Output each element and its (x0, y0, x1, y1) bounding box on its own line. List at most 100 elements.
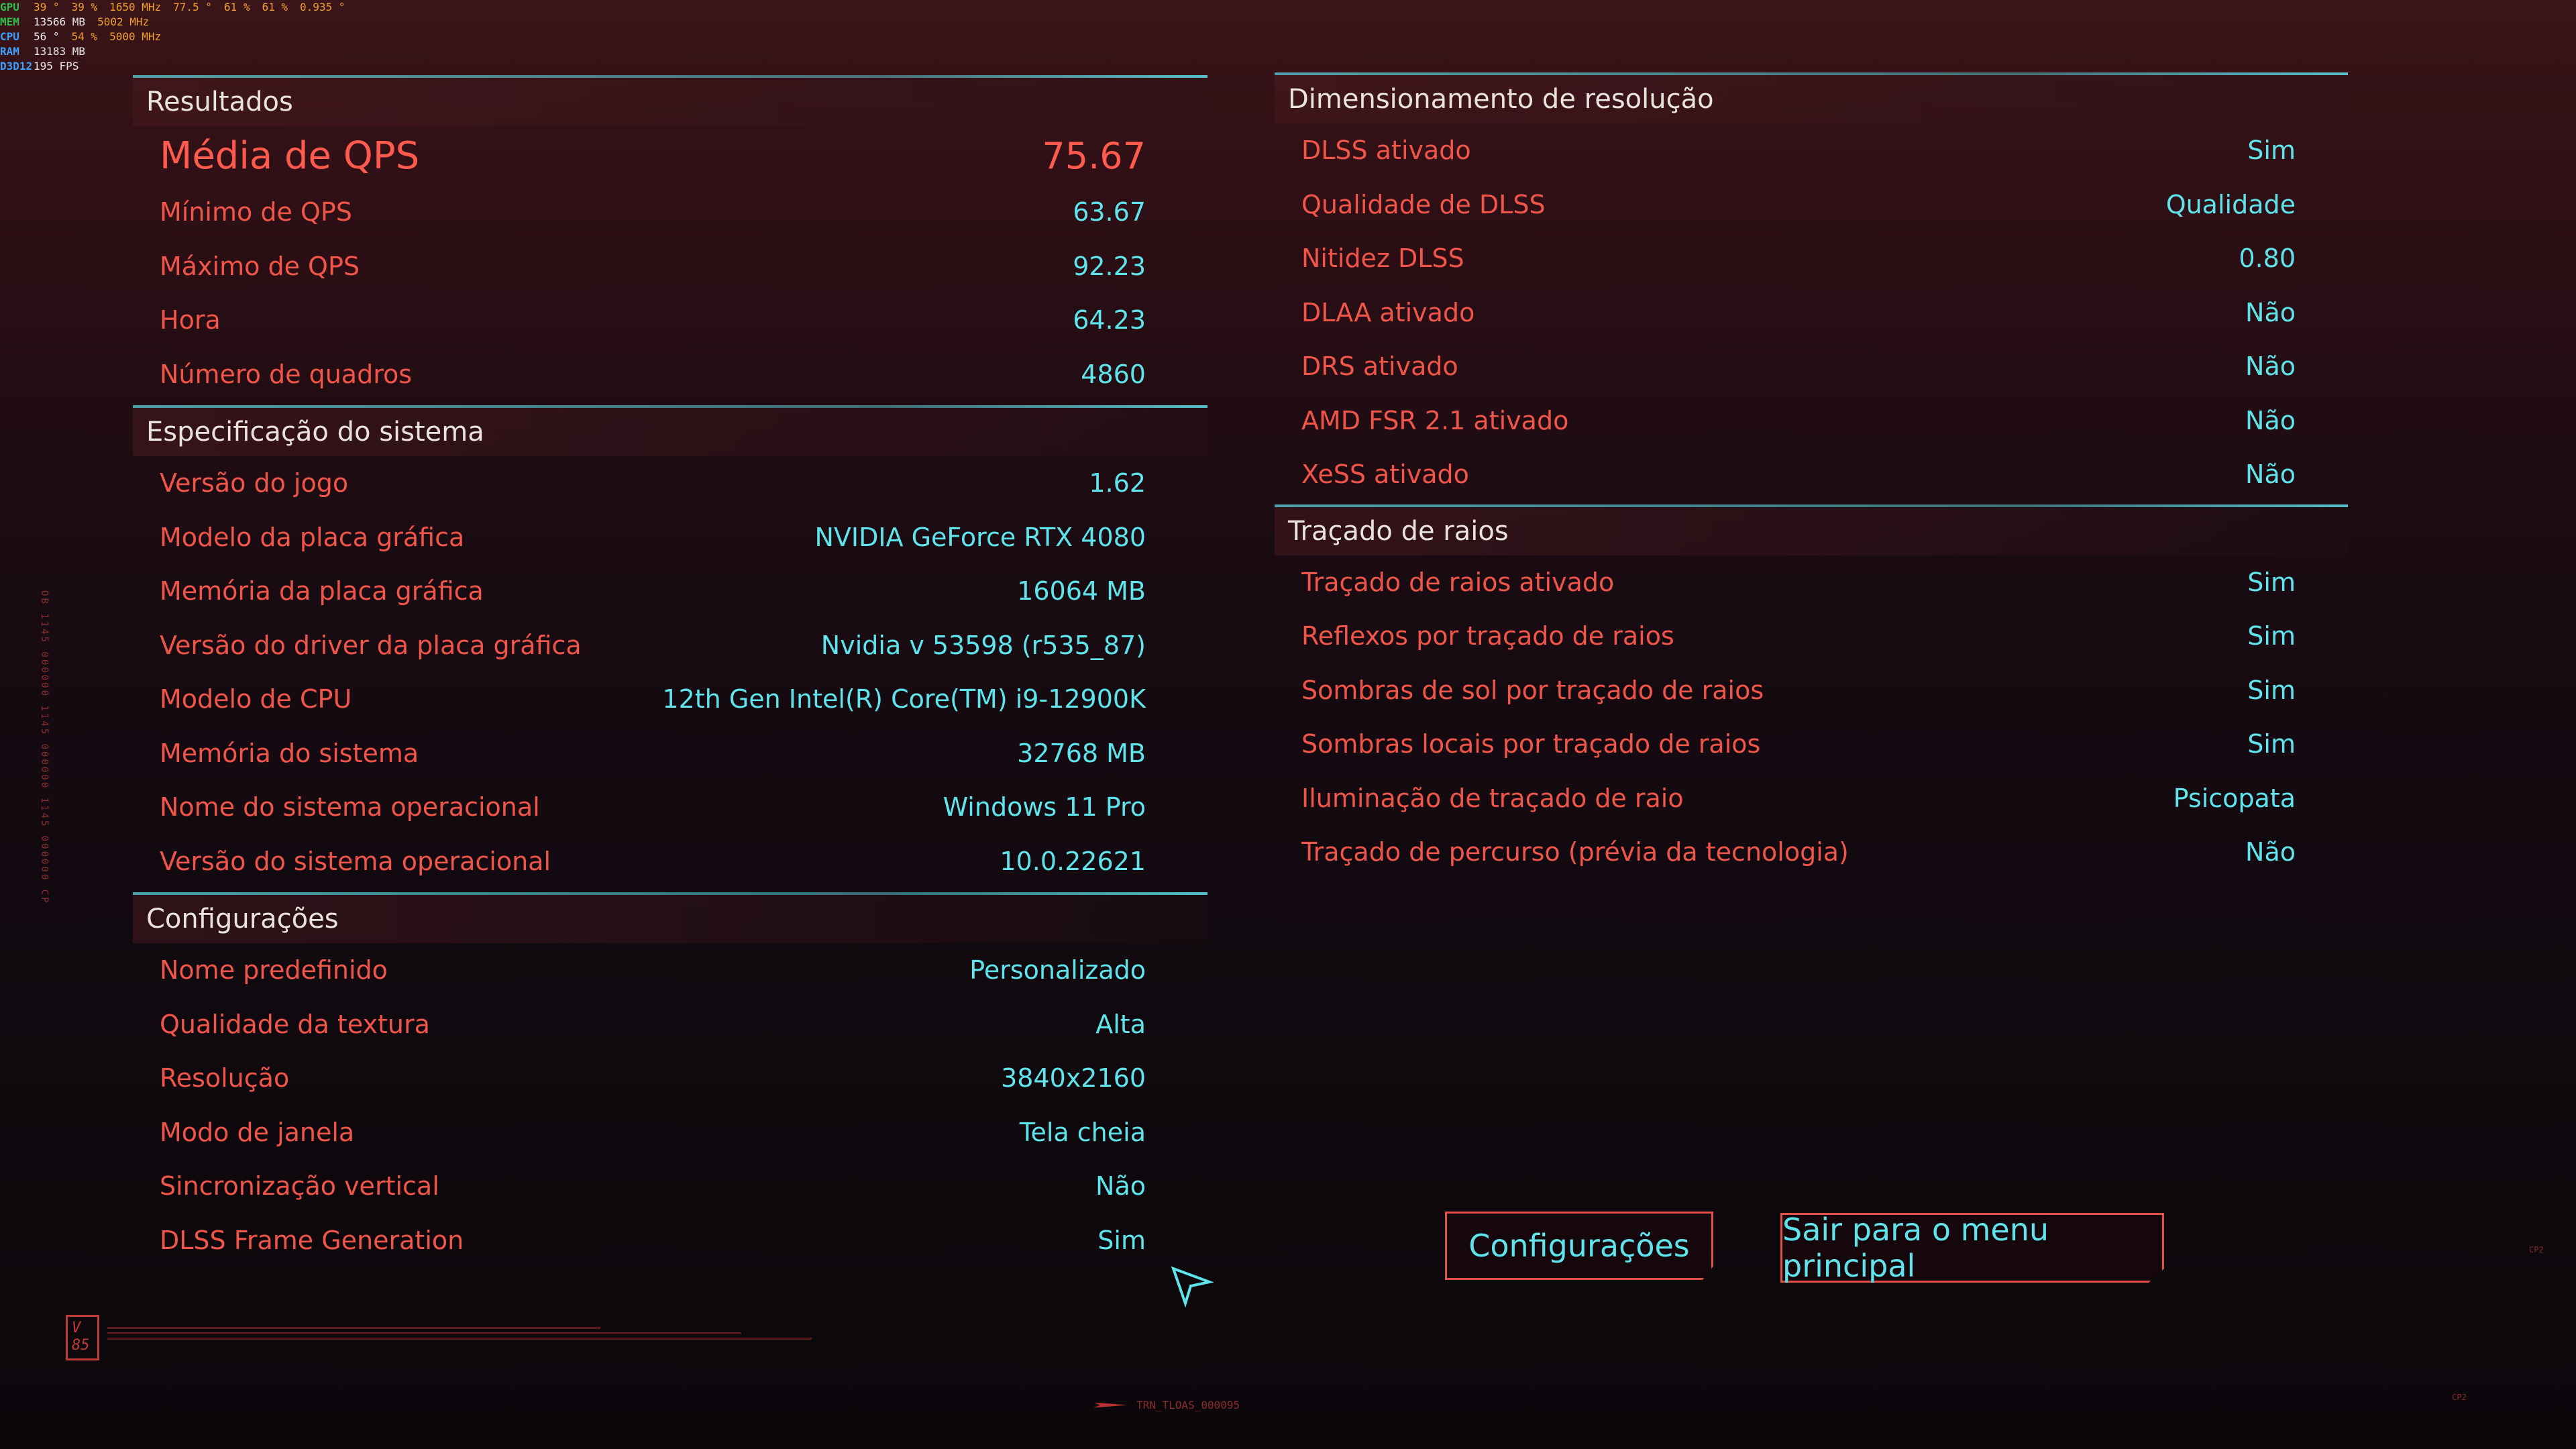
setting-row: Nome predefinido Personalizado (133, 943, 1208, 998)
overlay-value: 5002 MHz (97, 15, 150, 28)
setting-value: Personalizado (969, 955, 1146, 985)
results-section: Resultados Média de QPS 75.67 Mínimo de … (133, 75, 1208, 401)
settings-button[interactable]: Configurações (1445, 1212, 1713, 1280)
overlay-row: GPU 39 ° 39 % 1650 MHz 77.5 ° 61 % 61 % 0.935 ° (0, 0, 357, 15)
overlay-row: CPU 56 ° 54 % 5000 MHz (0, 30, 357, 44)
setting-row: DLSS ativado Sim (1275, 123, 2348, 178)
setting-value: Não (2245, 837, 2296, 867)
setting-value: 3840x2160 (1001, 1063, 1146, 1093)
setting-value: Sim (1097, 1225, 1146, 1255)
setting-value: 1.62 (1089, 468, 1146, 498)
setting-label: Máximo de QPS (160, 251, 360, 281)
section-title: Especificação do sistema (133, 408, 1208, 456)
overlay-row: RAM 13183 MB (0, 44, 357, 59)
setting-row: Máximo de QPS 92.23 (133, 239, 1208, 294)
setting-value: Sim (2247, 136, 2296, 166)
setting-row: Qualidade da textura Alta (133, 998, 1208, 1052)
setting-value: 92.23 (1073, 251, 1146, 281)
exit-to-main-menu-button[interactable]: Sair para o menu principal (1780, 1213, 2164, 1283)
setting-row: Modo de janela Tela cheia (133, 1106, 1208, 1160)
setting-row: DLSS Frame Generation Sim (133, 1214, 1208, 1268)
setting-row: Qualidade de DLSS Qualidade (1275, 178, 2348, 232)
setting-row: Sombras locais por traçado de raios Sim (1275, 717, 2348, 771)
setting-label: Memória do sistema (160, 738, 419, 768)
setting-row: Modelo da placa gráfica NVIDIA GeForce RT… (133, 511, 1208, 565)
setting-value: Psicopata (2173, 783, 2296, 813)
overlay-row: MEM 13566 MB 5002 MHz (0, 15, 357, 30)
setting-value: 12th Gen Intel(R) Core(TM) i9-12900K (662, 684, 1146, 714)
setting-row: Nitidez DLSS 0.80 (1275, 231, 2348, 286)
setting-label: Modelo de CPU (160, 684, 352, 714)
overlay-row: D3D12 195 FPS (0, 59, 357, 74)
overlay-label: CPU (0, 30, 19, 43)
setting-row: DRS ativado Não (1275, 339, 2348, 394)
setting-label: Memória da placa gráfica (160, 576, 484, 606)
setting-label: Número de quadros (160, 359, 413, 389)
setting-value: Não (2245, 405, 2296, 435)
setting-row: Memória do sistema 32768 MB (133, 727, 1208, 781)
setting-label: Qualidade da textura (160, 1009, 430, 1039)
avg-fps-row: Média de QPS 75.67 (133, 126, 1208, 185)
setting-row: Iluminação de traçado de raio Psicopata (1275, 771, 2348, 826)
setting-label: Reflexos por traçado de raios (1301, 621, 1674, 651)
system-rows: Versão do jogo 1.62 Modelo da placa gráfic… (133, 456, 1208, 888)
footer-arrow-icon (1093, 1402, 1127, 1408)
vertical-decor-text: OB 1145 000000 1145 000000 1145 000000 C… (39, 590, 50, 905)
setting-label: Resolução (160, 1063, 290, 1093)
setting-value: 10.0.22621 (1000, 846, 1146, 876)
setting-value: 32768 MB (1017, 738, 1146, 768)
section-title: Traçado de raios (1275, 506, 2348, 555)
setting-label: Hora (160, 305, 221, 335)
setting-label: Modelo da placa gráfica (160, 522, 465, 552)
setting-label: XeSS ativado (1301, 460, 1469, 490)
setting-row: XeSS ativado Não (1275, 447, 2348, 502)
setting-row: Versão do sistema operacional 10.0.22621 (133, 835, 1208, 889)
footer-code-text: TRN_TLOAS_000095 (1136, 1399, 1240, 1411)
setting-label: Traçado de raios ativado (1301, 567, 1615, 597)
setting-value: 4860 (1081, 359, 1146, 389)
setting-row: Memória da placa gráfica 16064 MB (133, 564, 1208, 619)
setting-value: 16064 MB (1017, 576, 1146, 606)
performance-overlay: GPU 39 ° 39 % 1650 MHz 77.5 ° 61 % 61 % 0.935 °… (0, 0, 357, 74)
setting-row: Mínimo de QPS 63.67 (133, 185, 1208, 239)
setting-label: Versão do jogo (160, 468, 349, 498)
benchmark-results-screen: GPU 39 ° 39 % 1650 MHz 77.5 ° 61 % 61 % 0.935 °… (0, 0, 2576, 1449)
setting-value: Não (1095, 1171, 1146, 1201)
overlay-value: 54 % (71, 30, 98, 43)
setting-label: Sombras de sol por traçado de raios (1301, 675, 1764, 705)
overlay-label: D3D12 (0, 60, 33, 72)
setting-row: Traçado de percurso (prévia da tecnologi… (1275, 825, 2348, 879)
setting-row: Versão do driver da placa gráfica Nvidia … (133, 619, 1208, 673)
setting-label: Mínimo de QPS (160, 197, 352, 227)
overlay-label: MEM (0, 15, 19, 28)
results-rows: Mínimo de QPS 63.67 Máximo de QPS 92.23 Hora… (133, 185, 1208, 401)
setting-row: Sincronização vertical Não (133, 1159, 1208, 1214)
overlay-value: 77.5 ° (173, 1, 212, 13)
raytracing-rows: Traçado de raios ativado Sim Reflexos por … (1275, 555, 2348, 879)
setting-value: Não (2245, 297, 2296, 327)
setting-label: Modo de janela (160, 1117, 355, 1147)
overlay-value: 5000 MHz (109, 30, 162, 43)
setting-row: DLAA ativado Não (1275, 286, 2348, 340)
setting-value: 63.67 (1073, 197, 1146, 227)
setting-label: AMD FSR 2.1 ativado (1301, 405, 1569, 435)
overlay-value: 13183 MB (34, 45, 86, 58)
overlay-value: 1650 MHz (109, 1, 162, 13)
setting-row: Resolução 3840x2160 (133, 1051, 1208, 1106)
right-panel: Dimensionamento de resolução DLSS ativad… (1275, 72, 2348, 879)
corner-mark-bottom-right: CP2 (2452, 1393, 2467, 1402)
setting-label: DLSS Frame Generation (160, 1225, 464, 1255)
setting-row: Número de quadros 4860 (133, 347, 1208, 402)
overlay-value: 0.935 ° (299, 1, 345, 13)
overlay-value: 56 ° (34, 30, 60, 43)
setting-value: NVIDIA GeForce RTX 4080 (814, 522, 1146, 552)
version-badge: V 85 (66, 1315, 99, 1360)
overlay-value: 61 % (223, 1, 250, 13)
setting-label: Traçado de percurso (prévia da tecnologi… (1301, 837, 1849, 867)
setting-row: Traçado de raios ativado Sim (1275, 555, 2348, 610)
avg-fps-value: 75.67 (1042, 134, 1146, 177)
mouse-cursor-icon (1171, 1266, 1214, 1307)
scaling-rows: DLSS ativado Sim Qualidade de DLSS Qualidad… (1275, 123, 2348, 502)
overlay-value: 39 ° (34, 1, 60, 13)
setting-value: Tela cheia (1019, 1117, 1146, 1147)
